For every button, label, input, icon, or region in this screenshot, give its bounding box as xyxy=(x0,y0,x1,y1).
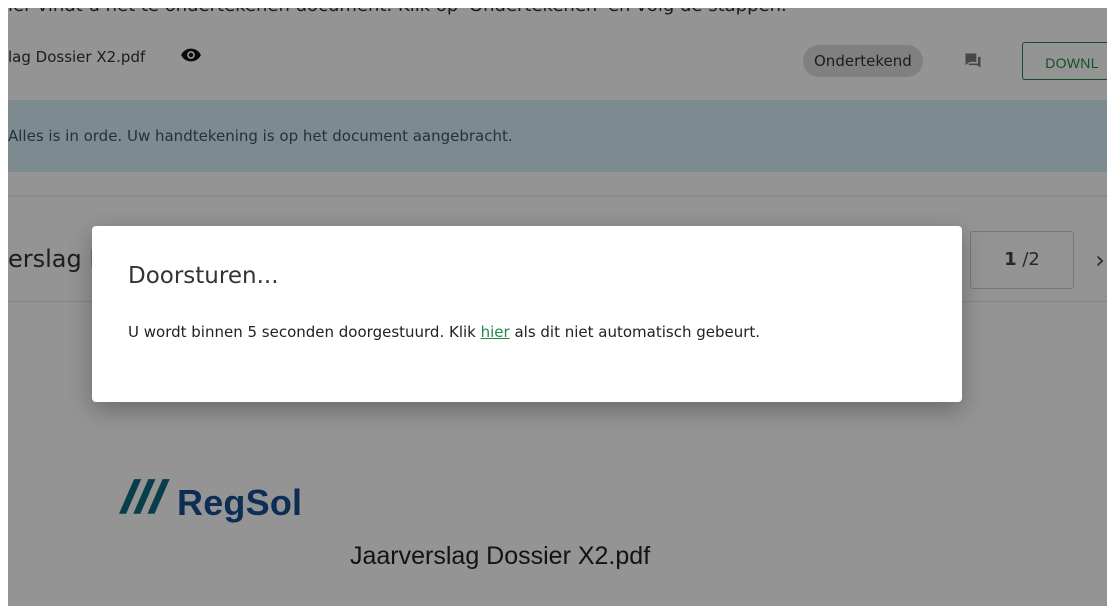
dialog-body-start: U wordt binnen 5 seconden doorgestuurd. … xyxy=(128,323,481,341)
dialog-body-end: als dit niet automatisch gebeurt. xyxy=(509,323,761,341)
top-frame-strip xyxy=(0,0,1107,8)
redirect-link[interactable]: hier xyxy=(481,323,510,341)
dialog-title: Doorsturen... xyxy=(128,263,279,289)
browser-viewport: ler vindt u het te ondertekenen document… xyxy=(0,0,1107,606)
dialog-body: U wordt binnen 5 seconden doorgestuurd. … xyxy=(128,323,760,341)
redirect-dialog: Doorsturen... U wordt binnen 5 seconden … xyxy=(92,226,962,402)
left-frame-strip xyxy=(0,0,8,606)
